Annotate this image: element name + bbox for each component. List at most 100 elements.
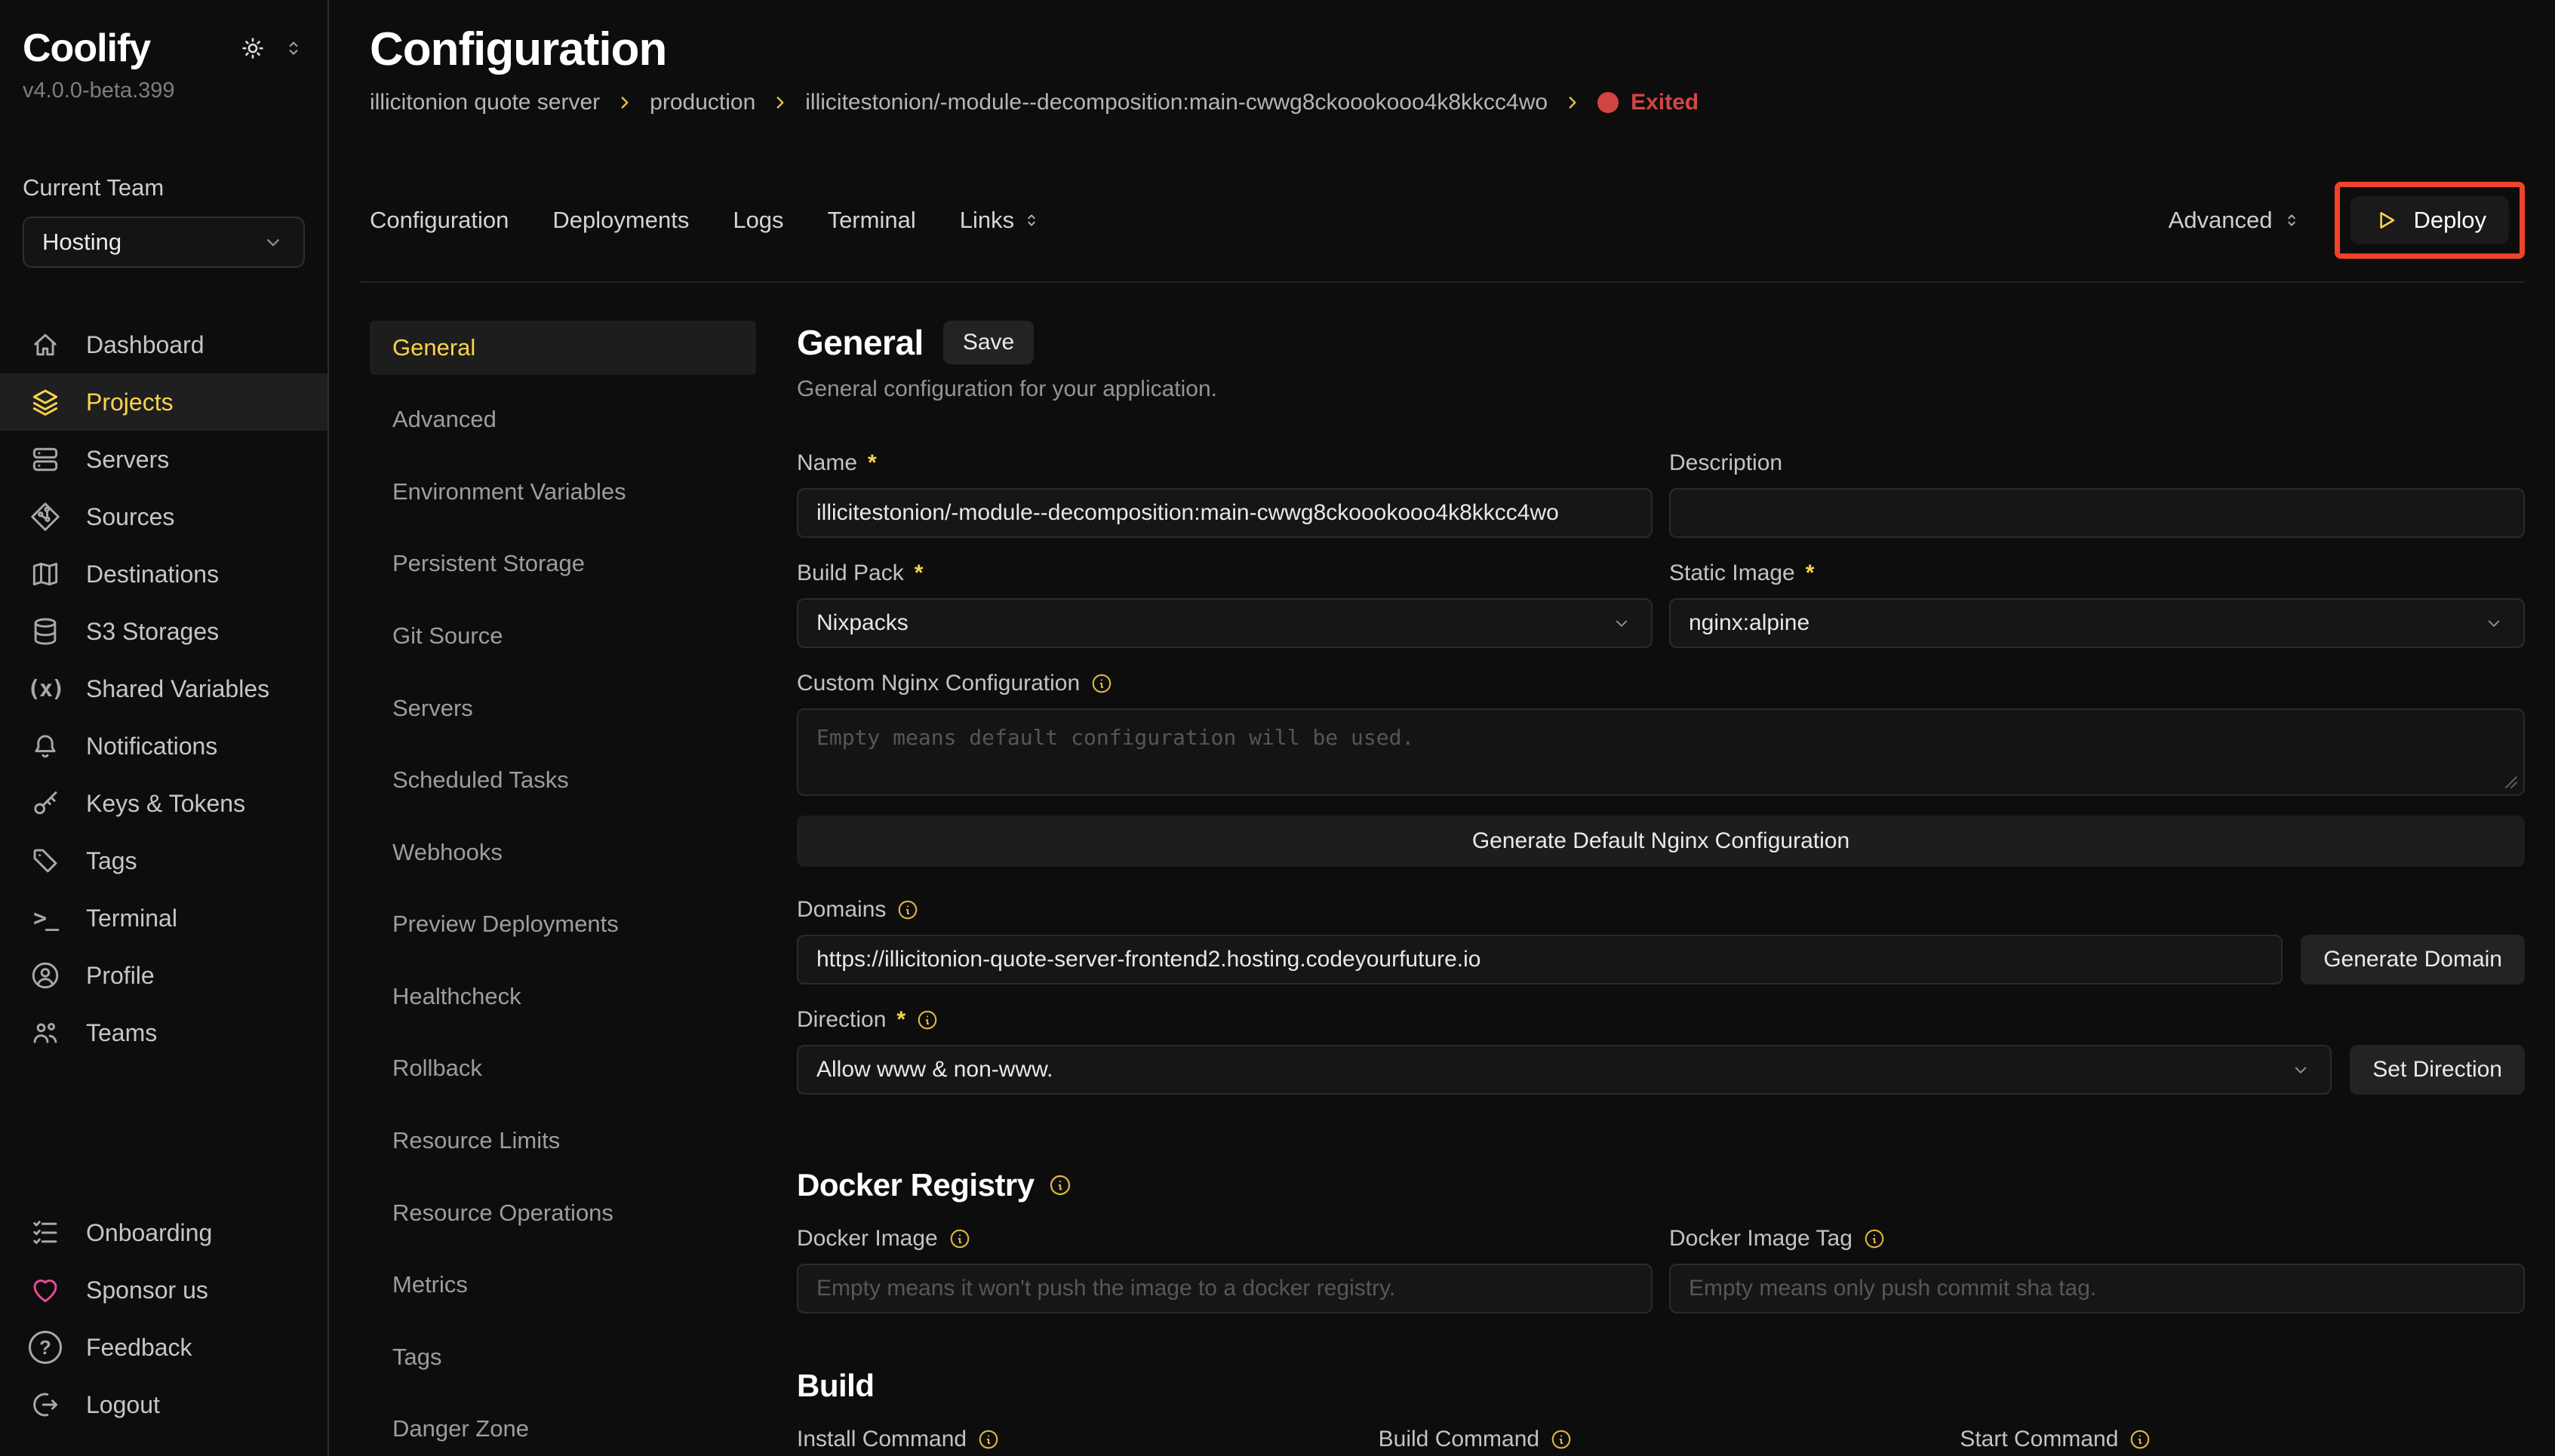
app-logo[interactable]: Coolify (23, 26, 150, 71)
save-button[interactable]: Save (943, 321, 1034, 364)
subnav-item-preview-deployments[interactable]: Preview Deployments (370, 898, 756, 952)
subnav-item-scheduled-tasks[interactable]: Scheduled Tasks (370, 753, 756, 807)
subnav-item-git-source[interactable]: Git Source (370, 609, 756, 663)
sidebar-item-label: Servers (86, 446, 169, 474)
custom-nginx-textarea[interactable] (797, 708, 2525, 796)
info-icon (896, 898, 919, 921)
sidebar-item-label: Sponsor us (86, 1276, 208, 1304)
sidebar-item-onboarding[interactable]: Onboarding (0, 1204, 327, 1261)
name-input[interactable] (797, 488, 1653, 538)
deploy-button-label: Deploy (2414, 207, 2487, 234)
sidebar-item-servers[interactable]: Servers (0, 431, 327, 488)
bell-icon (27, 730, 63, 763)
tab-configuration[interactable]: Configuration (370, 207, 509, 234)
sidebar-item-tags[interactable]: Tags (0, 832, 327, 889)
build-pack-select[interactable]: Nixpacks (797, 598, 1653, 648)
map-icon (27, 558, 63, 591)
subnav-item-advanced[interactable]: Advanced (370, 393, 756, 447)
docker-image-label: Docker Image (797, 1226, 1653, 1252)
sidebar-item-destinations[interactable]: Destinations (0, 545, 327, 603)
sidebar-item-label: Keys & Tokens (86, 790, 245, 818)
tab-deployments[interactable]: Deployments (552, 207, 689, 234)
sidebar-collapse-icon[interactable] (282, 37, 305, 60)
sidebar-item-feedback[interactable]: ?Feedback (0, 1319, 327, 1376)
tab-logs[interactable]: Logs (733, 207, 783, 234)
tab-links-dropdown[interactable]: Links (960, 207, 1041, 234)
info-icon (1090, 672, 1113, 695)
subnav-item-danger-zone[interactable]: Danger Zone (370, 1402, 756, 1456)
sidebar-item-shared-variables[interactable]: (x) Shared Variables (0, 660, 327, 717)
sidebar-item-label: Sources (86, 503, 174, 531)
static-image-label: Static Image* (1669, 561, 2525, 586)
advanced-dropdown[interactable]: Advanced (2169, 207, 2301, 234)
chevron-right-icon (1563, 93, 1582, 112)
breadcrumb-item[interactable]: production (650, 90, 755, 115)
sidebar-item-teams[interactable]: Teams (0, 1004, 327, 1061)
subnav-item-healthcheck[interactable]: Healthcheck (370, 969, 756, 1024)
subnav-item-resource-limits[interactable]: Resource Limits (370, 1114, 756, 1168)
sidebar-item-notifications[interactable]: Notifications (0, 717, 327, 775)
sidebar-item-dashboard[interactable]: Dashboard (0, 316, 327, 373)
deploy-button[interactable]: Deploy (2351, 196, 2510, 244)
current-team-label: Current Team (23, 174, 305, 201)
sidebar-item-keys-tokens[interactable]: Keys & Tokens (0, 775, 327, 832)
database-icon (27, 615, 63, 648)
sidebar-item-profile[interactable]: Profile (0, 947, 327, 1004)
subnav-item-webhooks[interactable]: Webhooks (370, 825, 756, 880)
variables-icon: (x) (27, 676, 63, 702)
subnav-item-servers[interactable]: Servers (370, 681, 756, 736)
docker-image-tag-input[interactable] (1669, 1264, 2525, 1313)
subnav-item-general[interactable]: General (370, 321, 756, 375)
description-label: Description (1669, 450, 2525, 476)
theme-toggle-icon[interactable] (238, 34, 267, 63)
chevron-down-icon (2289, 1058, 2312, 1081)
start-command-label: Start Command (1960, 1427, 2525, 1452)
key-icon (27, 787, 63, 820)
sidebar-item-label: Dashboard (86, 331, 204, 359)
tab-terminal[interactable]: Terminal (828, 207, 916, 234)
teams-icon (27, 1016, 63, 1049)
sidebar-item-sponsor-us[interactable]: Sponsor us (0, 1261, 327, 1319)
home-icon (27, 328, 63, 361)
chevron-right-icon (615, 93, 635, 112)
sidebar-item-sources[interactable]: Sources (0, 488, 327, 545)
sidebar-nav-bottom: Onboarding Sponsor us ?Feedback Logout (0, 1204, 327, 1433)
domains-label: Domains (797, 897, 2525, 923)
subnav-item-persistent-storage[interactable]: Persistent Storage (370, 537, 756, 591)
sidebar-item-label: Notifications (86, 733, 217, 760)
generate-domain-button[interactable]: Generate Domain (2301, 935, 2525, 984)
subnav-item-resource-operations[interactable]: Resource Operations (370, 1186, 756, 1240)
direction-value: Allow www & non-www. (816, 1057, 1053, 1083)
subnav-item-metrics[interactable]: Metrics (370, 1258, 756, 1312)
breadcrumb-item[interactable]: illicitonion quote server (370, 90, 600, 115)
description-input[interactable] (1669, 488, 2525, 538)
sidebar-item-projects[interactable]: Projects (0, 373, 327, 431)
domains-input[interactable] (797, 935, 2283, 984)
team-select[interactable]: Hosting (23, 217, 305, 268)
subnav-item-environment-variables[interactable]: Environment Variables (370, 465, 756, 519)
logout-icon (27, 1388, 63, 1421)
sidebar-header: Coolify v4.0.0-beta.399 (0, 26, 327, 268)
sidebar-item-logout[interactable]: Logout (0, 1376, 327, 1433)
set-direction-button[interactable]: Set Direction (2350, 1045, 2525, 1095)
sidebar-nav-main: Dashboard Projects Servers Sources Destinati… (0, 316, 327, 1061)
help-icon: ? (27, 1331, 63, 1364)
sidebar-item-label: Shared Variables (86, 675, 269, 703)
static-image-select[interactable]: nginx:alpine (1669, 598, 2525, 648)
direction-select[interactable]: Allow www & non-www. (797, 1045, 2332, 1095)
resize-handle-icon[interactable] (2505, 776, 2517, 788)
generate-nginx-config-button[interactable]: Generate Default Nginx Configuration (797, 816, 2525, 867)
updown-chevron-icon (2282, 210, 2301, 230)
sidebar-item-label: Logout (86, 1391, 160, 1419)
custom-nginx-label: Custom Nginx Configuration (797, 671, 2525, 696)
subnav-item-tags[interactable]: Tags (370, 1330, 756, 1384)
breadcrumb-item[interactable]: illicitestonion/-module--decomposition:m… (805, 90, 1548, 115)
info-icon (2129, 1428, 2151, 1451)
subnav-item-rollback[interactable]: Rollback (370, 1042, 756, 1096)
build-command-label: Build Command (1379, 1427, 1944, 1452)
sidebar-item-s3-storages[interactable]: S3 Storages (0, 603, 327, 660)
status-dot (1597, 92, 1619, 113)
sidebar-item-terminal[interactable]: >_Terminal (0, 889, 327, 947)
docker-image-input[interactable] (797, 1264, 1653, 1313)
sidebar-item-label: Onboarding (86, 1219, 212, 1247)
